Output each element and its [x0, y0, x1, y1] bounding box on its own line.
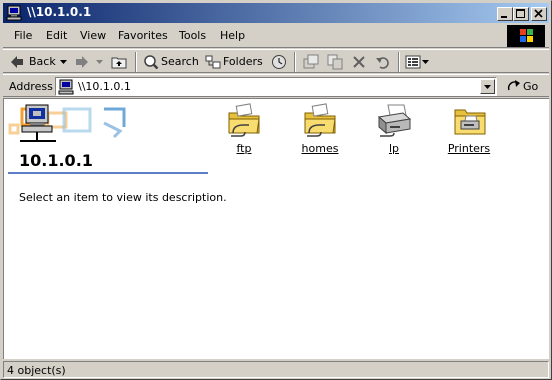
- address-value: \\10.1.0.1: [78, 80, 131, 93]
- share-item-label: ftp: [236, 142, 252, 155]
- toolbar-separator: [398, 52, 400, 72]
- back-dropdown[interactable]: [59, 52, 69, 72]
- back-arrow-icon: [11, 56, 23, 68]
- minimize-icon: [501, 16, 507, 18]
- toolbar-separator: [135, 52, 137, 72]
- history-button[interactable]: [269, 52, 289, 72]
- window-title: \\10.1.0.1: [27, 5, 92, 19]
- search-label: Search: [161, 55, 199, 68]
- chevron-down-icon: [60, 60, 67, 64]
- share-item-label: homes: [301, 142, 339, 155]
- up-folder-icon: [111, 57, 127, 69]
- side-panel-title: 10.1.0.1: [19, 151, 93, 170]
- undo-button[interactable]: [373, 52, 393, 72]
- printers-folder-icon: [454, 109, 486, 135]
- forward-arrow-icon: [76, 56, 88, 68]
- views-icon: [405, 55, 421, 69]
- folder-content: 10.1.0.1 Select an item to view its desc…: [3, 98, 549, 359]
- status-bar: 4 object(s): [3, 360, 549, 379]
- history-icon: [272, 55, 286, 69]
- menu-help[interactable]: Help: [220, 29, 245, 42]
- windows-logo-icon: [507, 25, 545, 47]
- network-computer-icon: [6, 5, 22, 21]
- menu-bar: File Edit View Favorites Tools Help: [3, 24, 549, 48]
- status-text: 4 object(s): [7, 364, 66, 377]
- address-label: Address: [9, 80, 53, 93]
- share-item-label: lp: [388, 142, 400, 155]
- maximize-icon: [516, 9, 525, 18]
- share-item-printers[interactable]: Printers: [434, 103, 504, 155]
- move-to-icon: [303, 54, 319, 69]
- copy-to-button[interactable]: [325, 52, 345, 72]
- maximize-button[interactable]: [513, 7, 529, 21]
- chevron-down-icon: [484, 85, 491, 89]
- undo-icon: [376, 57, 389, 69]
- go-arrow-icon: [507, 80, 520, 91]
- delete-icon: [353, 56, 365, 68]
- menu-view[interactable]: View: [80, 29, 106, 42]
- address-input[interactable]: \\10.1.0.1: [55, 77, 497, 96]
- status-cell: 4 object(s): [3, 361, 549, 378]
- menu-tools[interactable]: Tools: [179, 29, 206, 42]
- back-button[interactable]: Back: [7, 52, 59, 72]
- share-item-homes[interactable]: homes: [285, 103, 355, 155]
- toolbar-separator: [294, 52, 296, 72]
- printer-icon: [377, 104, 412, 137]
- chevron-down-icon: [96, 60, 103, 64]
- standard-toolbar: Back Search Folders: [3, 49, 549, 73]
- explorer-window: \\10.1.0.1 File Edit View Favorites Tool…: [0, 0, 552, 380]
- network-computer-icon: [58, 79, 74, 95]
- shared-folder-icon: [228, 103, 260, 137]
- folders-button[interactable]: Folders: [203, 52, 263, 72]
- side-panel-divider: [8, 172, 208, 174]
- address-bar: Address \\10.1.0.1 Go: [3, 74, 549, 97]
- network-computer-banner-icon: [8, 104, 126, 142]
- chevron-down-icon: [422, 60, 429, 64]
- minimize-button[interactable]: [497, 7, 513, 21]
- views-button[interactable]: [403, 52, 431, 72]
- menu-favorites[interactable]: Favorites: [118, 29, 168, 42]
- delete-button[interactable]: [349, 52, 369, 72]
- share-item-ftp[interactable]: ftp: [209, 103, 279, 155]
- close-button[interactable]: [531, 7, 547, 21]
- up-folder-button[interactable]: [109, 52, 129, 72]
- move-to-button[interactable]: [301, 52, 321, 72]
- shared-folder-icon: [304, 103, 336, 137]
- search-button[interactable]: Search: [141, 52, 199, 72]
- address-dropdown-button[interactable]: [480, 79, 495, 94]
- share-item-label: Printers: [447, 142, 491, 155]
- share-item-lp[interactable]: lp: [359, 103, 429, 155]
- copy-to-icon: [327, 54, 343, 70]
- back-label: Back: [29, 55, 56, 68]
- forward-dropdown[interactable]: [95, 52, 105, 72]
- close-icon: [534, 9, 543, 18]
- go-button[interactable]: Go: [505, 77, 545, 96]
- side-panel-description: Select an item to view its description.: [19, 191, 227, 204]
- menu-edit[interactable]: Edit: [46, 29, 67, 42]
- folders-icon: [205, 55, 221, 69]
- menu-file[interactable]: File: [14, 29, 32, 42]
- go-label: Go: [523, 80, 539, 93]
- folders-label: Folders: [223, 55, 263, 68]
- title-bar[interactable]: \\10.1.0.1: [3, 3, 549, 23]
- search-icon: [144, 55, 159, 70]
- forward-button[interactable]: [73, 52, 93, 72]
